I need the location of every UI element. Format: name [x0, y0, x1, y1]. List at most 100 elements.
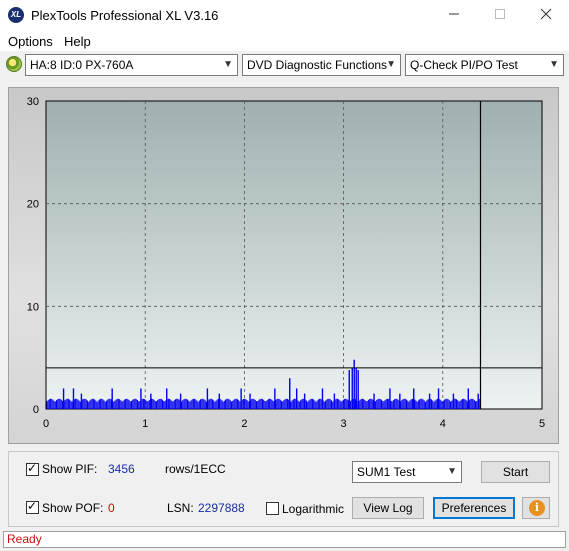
- show-pof-checkbox[interactable]: [26, 499, 39, 514]
- data-bar: [422, 399, 424, 409]
- data-bar: [226, 398, 228, 409]
- data-bar: [209, 398, 211, 409]
- data-bar: [64, 400, 66, 409]
- data-spike: [249, 393, 251, 409]
- data-bar: [285, 398, 287, 409]
- data-bar: [314, 400, 316, 409]
- data-bar: [170, 399, 172, 409]
- data-bar: [85, 399, 87, 409]
- data-bar: [46, 401, 48, 409]
- data-bar: [201, 398, 203, 409]
- data-bar: [386, 398, 388, 409]
- data-bar: [425, 401, 427, 409]
- data-bar: [239, 401, 241, 409]
- data-bar: [455, 399, 457, 409]
- data-bar: [396, 398, 398, 409]
- data-bar: [344, 398, 346, 409]
- data-bar: [408, 401, 410, 409]
- data-bar: [380, 399, 382, 409]
- drive-select[interactable]: HA:8 ID:0 PX-760A ▼: [25, 54, 238, 76]
- data-bar: [127, 399, 129, 409]
- data-bar: [370, 398, 372, 409]
- data-bar: [378, 398, 380, 409]
- data-bar: [323, 401, 325, 409]
- close-button[interactable]: [523, 0, 569, 31]
- preferences-button[interactable]: Preferences: [433, 497, 515, 519]
- data-bar: [395, 398, 397, 409]
- data-bar: [52, 399, 54, 409]
- show-pif-checkbox[interactable]: [26, 461, 39, 476]
- data-bar: [410, 399, 412, 409]
- data-bar: [117, 398, 119, 409]
- maximize-button[interactable]: [477, 0, 523, 31]
- data-bar: [184, 398, 186, 409]
- data-bar: [347, 400, 349, 409]
- view-log-button[interactable]: View Log: [352, 497, 424, 519]
- data-bar: [297, 400, 299, 409]
- data-bar: [476, 401, 478, 409]
- data-bar: [460, 399, 462, 409]
- data-spike: [321, 388, 324, 409]
- pi-po-chart: 0 1 2 3 4 5 0 10 20 30: [27, 96, 545, 430]
- data-bar: [178, 399, 180, 409]
- data-bar: [260, 398, 262, 409]
- data-bar: [146, 401, 148, 409]
- data-bar: [266, 399, 268, 409]
- data-bar: [145, 399, 147, 409]
- data-bar: [144, 399, 146, 409]
- data-bar: [254, 399, 256, 409]
- data-bar: [115, 399, 117, 409]
- data-spike: [467, 388, 469, 409]
- x-tick-label: 3: [341, 418, 347, 430]
- data-bar: [470, 398, 472, 409]
- data-bar: [172, 401, 174, 409]
- data-bar: [251, 398, 253, 409]
- logarithmic-checkbox[interactable]: [266, 502, 279, 515]
- data-bar: [461, 398, 463, 409]
- data-bar: [360, 398, 362, 409]
- data-spike: [389, 388, 391, 409]
- data-bar: [427, 399, 429, 409]
- x-tick-label: 5: [539, 418, 545, 430]
- data-bar: [270, 398, 272, 409]
- data-bar: [114, 400, 116, 409]
- data-bar: [89, 400, 91, 409]
- data-bar: [108, 398, 110, 409]
- data-bar: [335, 398, 337, 409]
- data-spike: [274, 388, 276, 409]
- x-tick-label: 1: [142, 418, 148, 430]
- data-bar: [440, 400, 442, 409]
- data-spike: [413, 388, 415, 409]
- start-button[interactable]: Start: [481, 461, 550, 483]
- test-select[interactable]: Q-Check PI/PO Test ▼: [405, 54, 564, 76]
- menu-options[interactable]: Options: [8, 34, 53, 49]
- data-bar: [300, 400, 302, 409]
- status-bar: Ready: [0, 530, 569, 551]
- y-tick-label: 0: [33, 404, 39, 416]
- x-tick-label: 4: [440, 418, 446, 430]
- data-bar: [213, 400, 215, 409]
- data-bar: [88, 401, 90, 409]
- function-select[interactable]: DVD Diagnostic Functions ▼: [242, 54, 401, 76]
- data-bar: [376, 399, 378, 409]
- data-bar: [388, 398, 390, 409]
- data-bar: [316, 400, 318, 409]
- data-spike: [80, 393, 83, 409]
- data-bar: [317, 399, 319, 409]
- data-spike: [179, 393, 182, 409]
- data-bar: [265, 401, 267, 409]
- sum-test-select[interactable]: SUM1 Test ▼: [352, 461, 462, 483]
- data-bar: [233, 399, 235, 409]
- pof-value: 0: [108, 501, 115, 515]
- data-bar: [59, 398, 61, 409]
- menu-help[interactable]: Help: [64, 34, 91, 49]
- data-bar: [195, 399, 197, 409]
- data-bar: [383, 401, 385, 409]
- data-bar: [70, 400, 72, 409]
- minimize-button[interactable]: [431, 0, 477, 31]
- sum-test-value: SUM1 Test: [357, 465, 416, 479]
- data-spike: [357, 369, 359, 409]
- data-bar: [319, 398, 321, 409]
- data-bar: [128, 400, 130, 409]
- info-button[interactable]: i: [522, 497, 550, 519]
